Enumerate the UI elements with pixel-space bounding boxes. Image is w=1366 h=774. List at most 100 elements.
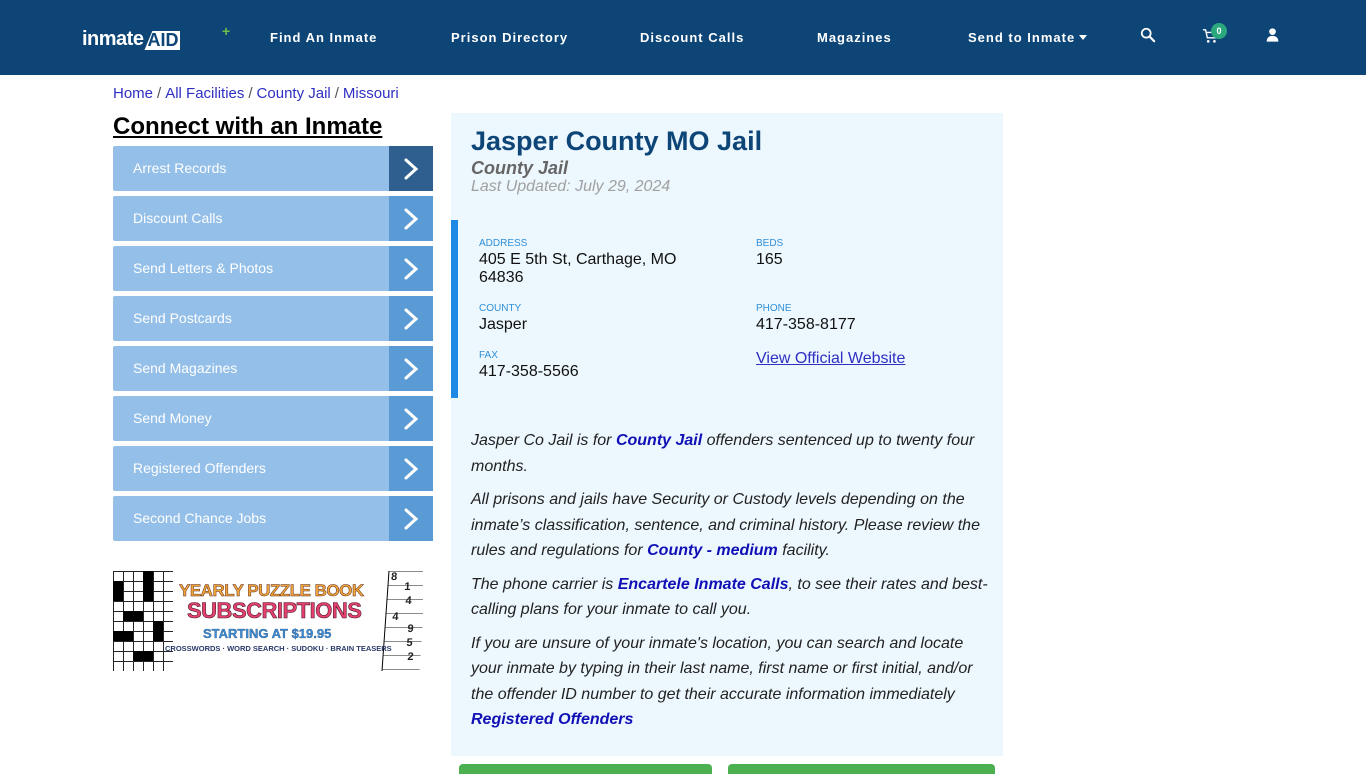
chevron-right-icon [389, 446, 433, 491]
phone-label: PHONE [756, 303, 792, 314]
address-field: ADDRESS 405 E 5th St, Carthage, MO 64836 [479, 238, 719, 287]
nav-send-to-inmate[interactable]: Send to Inmate [968, 30, 1088, 45]
sidebar-item-label: Send Postcards [133, 310, 232, 326]
sidebar-item-label: Discount Calls [133, 210, 223, 226]
fax-label: FAX [479, 350, 498, 361]
sidebar-item-send-money[interactable]: Send Money [113, 396, 433, 441]
chevron-right-icon [389, 496, 433, 541]
facility-card: Jasper County MO Jail County Jail Last U… [451, 113, 1003, 756]
sidebar-item-label: Send Magazines [133, 360, 238, 376]
logo-plus-icon: + [222, 23, 231, 39]
facility-title: Jasper County MO Jail [471, 126, 763, 156]
text: facility. [777, 542, 830, 559]
inmateaid-logo[interactable]: inmate AID + [82, 23, 230, 50]
sidebar-item-registered-offenders[interactable]: Registered Offenders [113, 446, 433, 491]
breadcrumb-separator: / [334, 85, 339, 102]
facility-description: Jasper Co Jail is for County Jail offend… [471, 428, 991, 741]
nav-find-an-inmate[interactable]: Find An Inmate [270, 30, 377, 45]
phone-field: PHONE 417-358-8177 [756, 303, 856, 334]
top-navbar: inmate AID + Find An Inmate Prison Direc… [0, 0, 1366, 75]
green-action-button-left[interactable] [459, 764, 712, 774]
breadcrumb-missouri[interactable]: Missouri [343, 85, 399, 102]
county-value: Jasper [479, 316, 528, 333]
logo-text: inmate [82, 28, 144, 50]
sidebar-item-label: Registered Offenders [133, 460, 266, 476]
sidebar-item-label: Send Letters & Photos [133, 260, 274, 276]
text: If you are unsure of your inmate's locat… [471, 634, 973, 703]
cart-count-badge: 0 [1211, 23, 1227, 39]
search-icon[interactable] [1140, 27, 1158, 45]
sidebar-item-discount-calls[interactable]: Discount Calls [113, 196, 433, 241]
breadcrumb-all-facilities[interactable]: All Facilities [165, 85, 244, 102]
sudoku-digit: 5 [406, 637, 414, 649]
chevron-right-icon [389, 346, 433, 391]
sudoku-digit: 4 [391, 611, 399, 623]
breadcrumb-separator: / [157, 85, 162, 102]
beds-field: BEDS 165 [756, 238, 783, 269]
encartele-inmate-calls-link[interactable]: Encartele Inmate Calls [618, 576, 789, 593]
crossword-block [123, 611, 143, 621]
fax-field: FAX 417-358-5566 [479, 350, 579, 381]
ad-tagline: CROSSWORDS · WORD SEARCH · SUDOKU · BRAI… [165, 644, 392, 653]
last-updated: Last Updated: July 29, 2024 [471, 178, 671, 195]
breadcrumb-separator: / [248, 85, 253, 102]
facility-info-panel: ADDRESS 405 E 5th St, Carthage, MO 64836… [451, 220, 1003, 398]
logo-accent: AID [144, 31, 181, 50]
ad-price: STARTING AT $19.95 [203, 626, 332, 641]
sidebar-item-arrest-records[interactable]: Arrest Records [113, 146, 433, 191]
beds-label: BEDS [756, 238, 784, 249]
phone-value: 417-358-8177 [756, 316, 856, 333]
crossword-block [133, 651, 153, 661]
sidebar-item-send-magazines[interactable]: Send Magazines [113, 346, 433, 391]
user-icon[interactable] [1265, 27, 1283, 45]
address-label: ADDRESS [479, 238, 528, 249]
text: The phone carrier is [471, 575, 618, 593]
puzzle-book-ad-banner[interactable]: 8 1 4 4 9 5 2 YEARLY PUZZLE BOOK SUBSCRI… [113, 571, 423, 671]
address-line2: 64836 [479, 269, 524, 286]
county-field: COUNTY Jasper [479, 303, 527, 334]
crossword-block [153, 621, 163, 641]
nav-discount-calls[interactable]: Discount Calls [640, 30, 744, 45]
sudoku-digit: 2 [407, 651, 415, 663]
crossword-block [143, 571, 153, 601]
nav-send-to-inmate-label: Send to Inmate [968, 30, 1076, 45]
fax-value: 417-358-5566 [479, 363, 579, 380]
ad-subheadline: SUBSCRIPTIONS [187, 598, 363, 624]
website-field: View Official Website [756, 350, 905, 368]
registered-offenders-link[interactable]: Registered Offenders [471, 711, 633, 728]
county-jail-link[interactable]: County Jail [616, 432, 702, 449]
sudoku-digit: 4 [404, 595, 412, 607]
crossword-block [113, 631, 133, 641]
crossword-block [113, 581, 123, 601]
chevron-right-icon [389, 396, 433, 441]
sidebar-item-label: Arrest Records [133, 160, 227, 176]
facility-type: County Jail [471, 158, 569, 178]
chevron-right-icon [389, 146, 433, 191]
chevron-right-icon [389, 196, 433, 241]
text: Jasper Co Jail is for [471, 432, 616, 449]
nav-magazines[interactable]: Magazines [817, 30, 892, 45]
sidebar-menu: Arrest Records Discount Calls Send Lette… [113, 146, 433, 546]
description-paragraph: Jasper Co Jail is for County Jail offend… [471, 428, 991, 479]
sidebar-item-send-letters-photos[interactable]: Send Letters & Photos [113, 246, 433, 291]
chevron-right-icon [389, 296, 433, 341]
sidebar-item-label: Send Money [133, 410, 212, 426]
sidebar-item-label: Second Chance Jobs [133, 510, 267, 526]
sudoku-digit: 8 [390, 571, 398, 583]
sidebar-item-send-postcards[interactable]: Send Postcards [113, 296, 433, 341]
breadcrumb-home[interactable]: Home [113, 85, 153, 102]
sudoku-digit: 9 [407, 623, 414, 635]
county-label: COUNTY [479, 303, 522, 314]
view-official-website-link[interactable]: View Official Website [756, 350, 905, 367]
breadcrumb-county-jail[interactable]: County Jail [257, 85, 331, 102]
nav-prison-directory[interactable]: Prison Directory [451, 30, 568, 45]
sidebar-item-second-chance-jobs[interactable]: Second Chance Jobs [113, 496, 433, 541]
description-paragraph: All prisons and jails have Security or C… [471, 487, 991, 564]
chevron-right-icon [389, 246, 433, 291]
address-line1: 405 E 5th St, Carthage, MO [479, 251, 677, 268]
green-action-button-right[interactable] [728, 764, 995, 774]
description-paragraph: The phone carrier is Encartele Inmate Ca… [471, 572, 991, 623]
connect-with-inmate-heading: Connect with an Inmate [113, 113, 383, 140]
county-medium-link[interactable]: County - medium [647, 542, 778, 559]
sudoku-grid-graphic: 8 1 4 4 9 5 2 [381, 571, 423, 671]
